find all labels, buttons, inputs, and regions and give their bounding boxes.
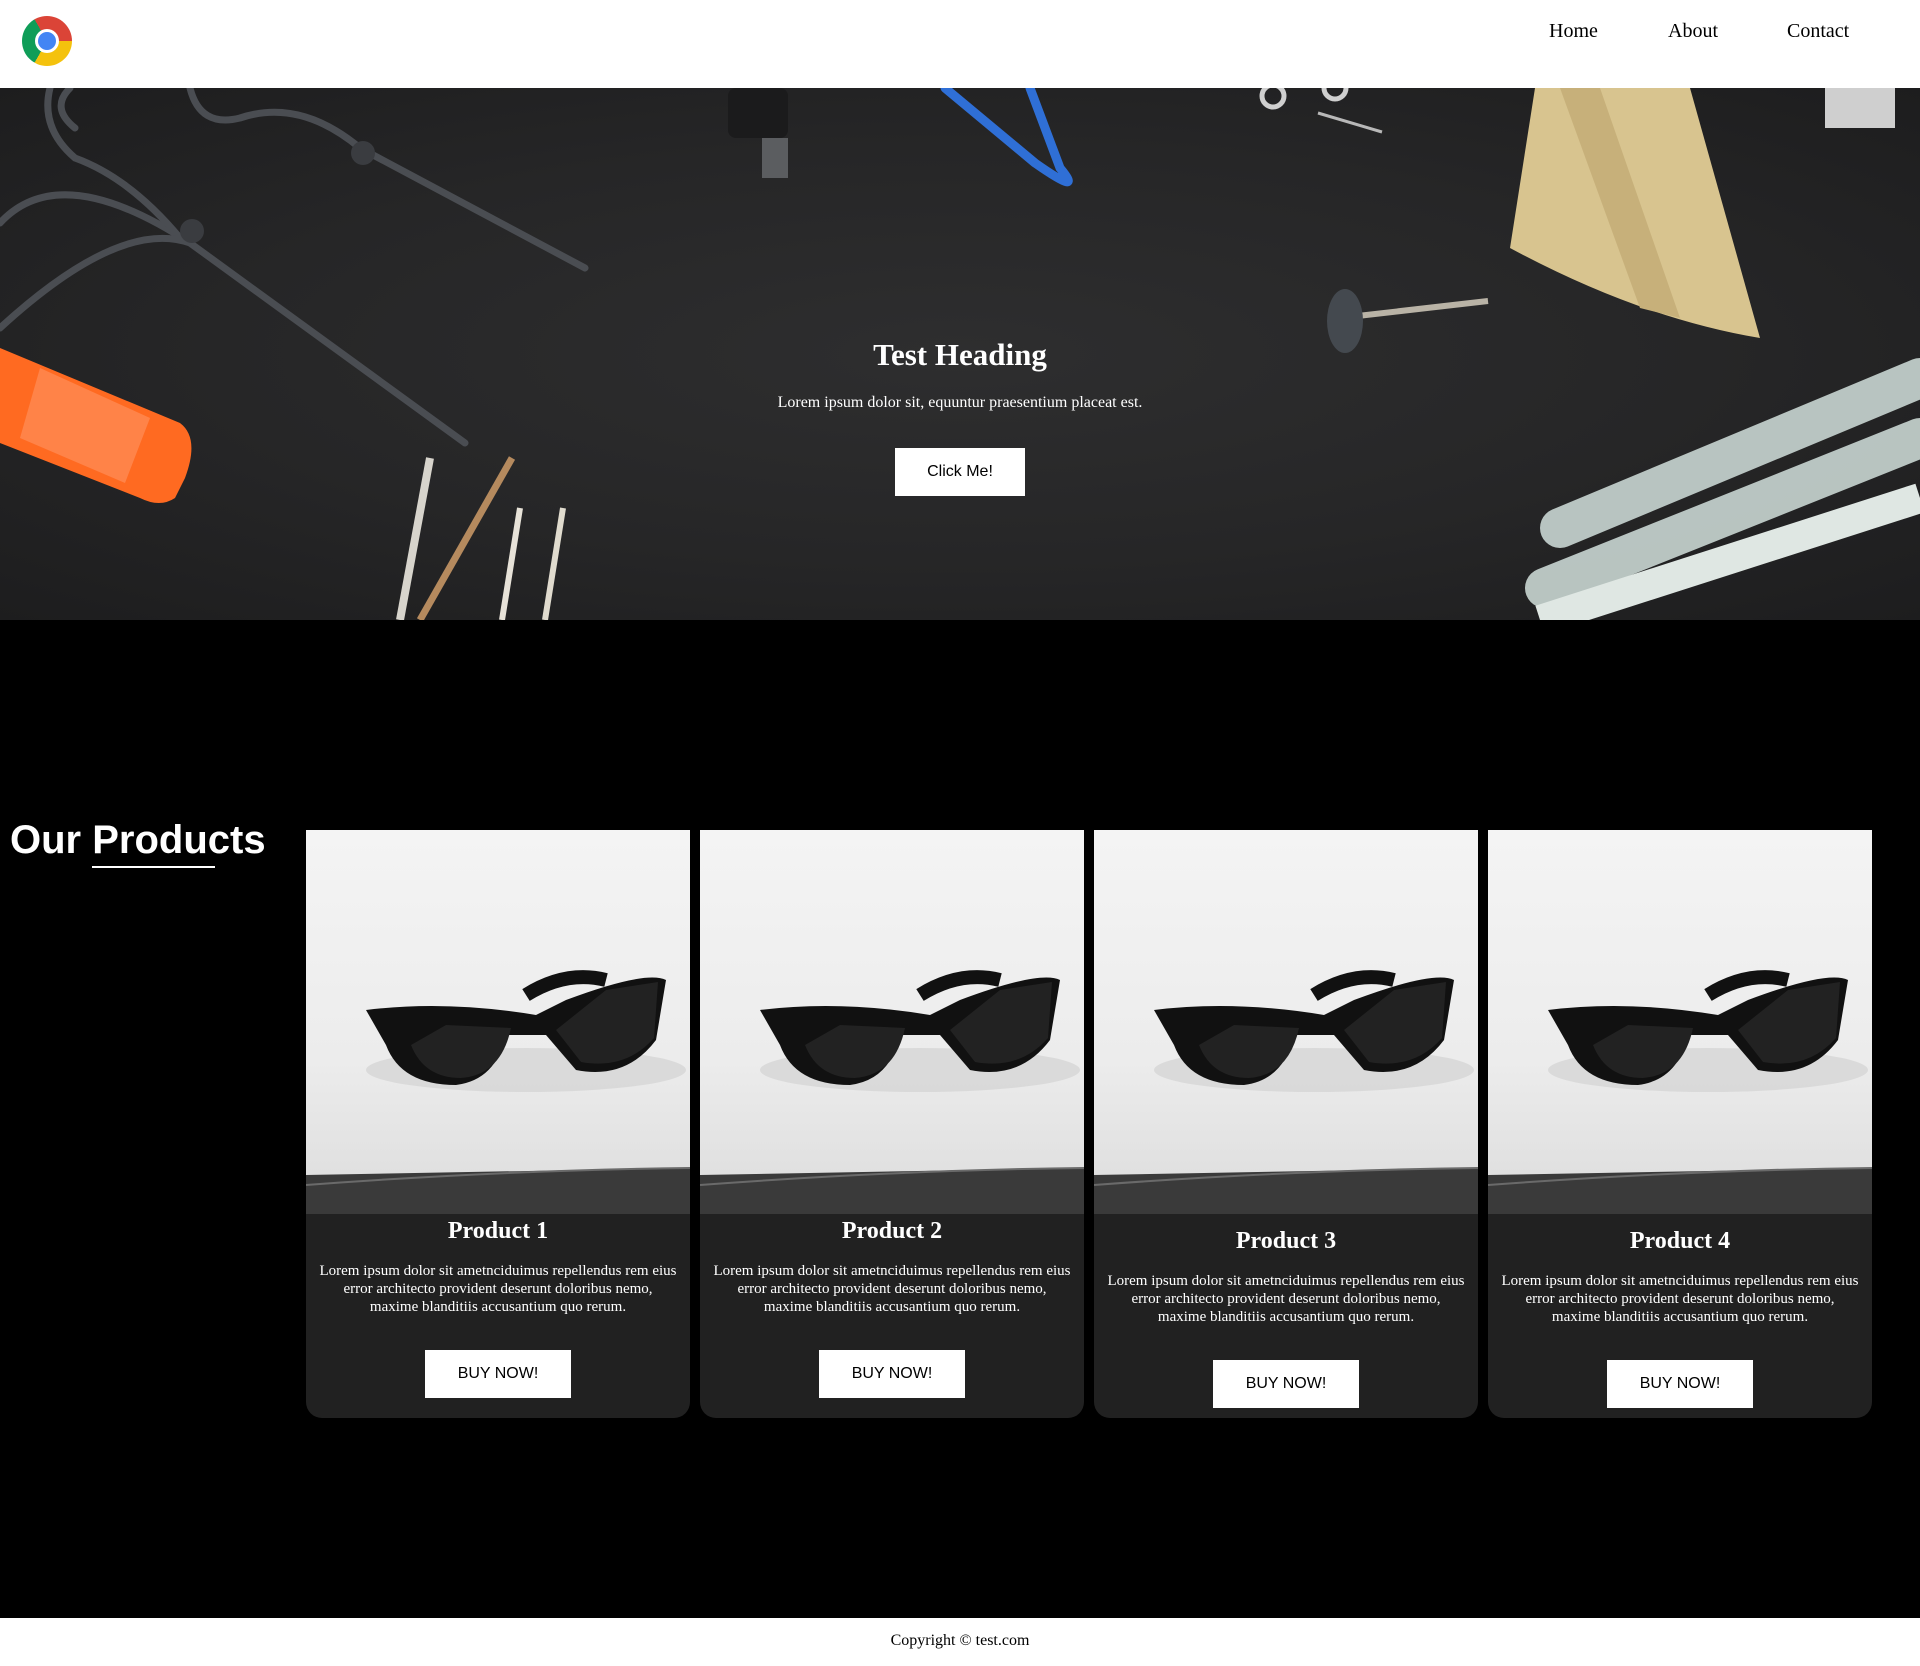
sunglasses-icon (1488, 970, 1872, 1214)
product-title: Product 3 (1235, 1228, 1337, 1254)
hero-subtext: Lorem ipsum dolor sit, equuntur praesent… (777, 394, 1143, 411)
product-card: Product 1 Lorem ipsum dolor sit ametncid… (306, 830, 690, 1418)
buy-now-button[interactable]: BUY NOW! (1213, 1360, 1359, 1408)
sunglasses-icon (700, 970, 1084, 1214)
nav-contact-link[interactable]: Contact (1787, 20, 1849, 43)
products-title-part2: Products (92, 818, 266, 862)
product-card: Product 4 Lorem ipsum dolor sit ametncid… (1488, 830, 1872, 1418)
buy-now-button[interactable]: BUY NOW! (1607, 1360, 1753, 1408)
sunglasses-icon (306, 970, 690, 1214)
product-description: Lorem ipsum dolor sit ametnciduimus repe… (1501, 1273, 1859, 1325)
site-header: Home About Contact (0, 0, 1920, 88)
product-title: Product 2 (841, 1218, 943, 1244)
click-me-button[interactable]: Click Me! (895, 448, 1025, 496)
nav-home-link[interactable]: Home (1549, 20, 1598, 43)
buy-now-button[interactable]: BUY NOW! (425, 1350, 571, 1398)
product-description: Lorem ipsum dolor sit ametnciduimus repe… (1107, 1273, 1465, 1325)
sunglasses-product-image (1488, 830, 1872, 1214)
nav-about-link[interactable]: About (1668, 20, 1718, 43)
product-card: Product 2 Lorem ipsum dolor sit ametncid… (700, 830, 1084, 1418)
hero-heading: Test Heading (873, 337, 1047, 372)
sunglasses-product-image (306, 830, 690, 1214)
buy-now-button[interactable]: BUY NOW! (819, 1350, 965, 1398)
logo-core (38, 32, 56, 50)
site-footer: Copyright © test.com (0, 1618, 1920, 1666)
product-title: Product 4 (1629, 1228, 1731, 1254)
sunglasses-product-image (1094, 830, 1478, 1214)
product-title: Product 1 (447, 1218, 549, 1244)
copyright-text: Copyright © test.com (890, 1632, 1030, 1649)
products-section-title: Our Products (10, 818, 266, 863)
product-description: Lorem ipsum dolor sit ametnciduimus repe… (713, 1263, 1071, 1315)
products-title-part1: Our (10, 818, 93, 862)
sunglasses-product-image (700, 830, 1084, 1214)
product-card: Product 3 Lorem ipsum dolor sit ametncid… (1094, 830, 1478, 1418)
sunglasses-icon (1094, 970, 1478, 1214)
chrome-logo-icon[interactable] (22, 16, 72, 66)
hero-banner: Test Heading Lorem ipsum dolor sit, equu… (0, 88, 1920, 620)
product-description: Lorem ipsum dolor sit ametnciduimus repe… (319, 1263, 677, 1315)
title-underline (92, 866, 215, 868)
